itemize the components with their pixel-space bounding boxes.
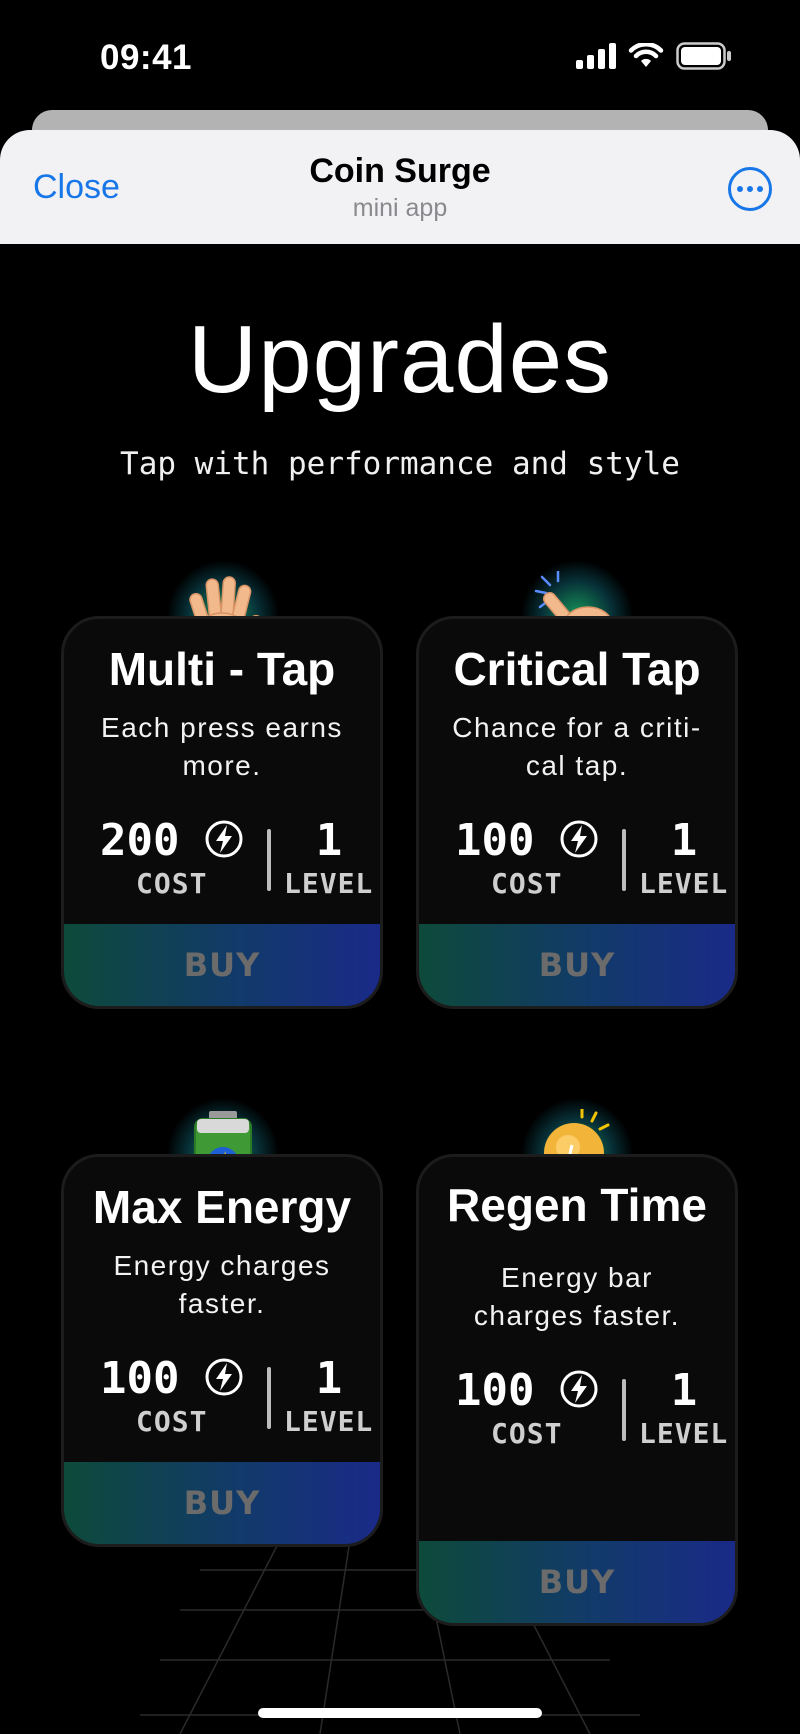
stat-divider bbox=[622, 1379, 626, 1441]
home-indicator bbox=[258, 1708, 542, 1718]
energy-coin-icon bbox=[560, 820, 598, 858]
card-title: Regen Time bbox=[447, 1179, 707, 1231]
level-value: 1 bbox=[315, 815, 343, 866]
page-title: Upgrades bbox=[187, 306, 613, 413]
level-label: LEVEL bbox=[284, 867, 374, 900]
buy-button[interactable]: BUY bbox=[419, 924, 735, 1006]
status-time: 09:41 bbox=[100, 38, 193, 77]
level-label: LEVEL bbox=[284, 1405, 374, 1438]
level-label: LEVEL bbox=[639, 867, 729, 900]
upgrade-card-critical-tap: Critical Tap Chance for a criti-cal tap.… bbox=[416, 616, 738, 1009]
upgrade-card-max-energy: Max Energy Energy charges faster. 100 CO… bbox=[61, 1154, 383, 1547]
more-options-button[interactable] bbox=[728, 167, 772, 211]
stat-divider bbox=[267, 1367, 271, 1429]
cost-label: COST bbox=[491, 1417, 563, 1450]
app-title: Coin Surge bbox=[309, 152, 491, 190]
card-stats: 100 COST 1 LEVEL bbox=[419, 815, 735, 915]
level-value: 1 bbox=[670, 815, 698, 866]
status-bar: 09:41 bbox=[0, 0, 800, 110]
energy-coin-icon bbox=[205, 1358, 243, 1396]
energy-coin-icon bbox=[560, 1370, 598, 1408]
cost-label: COST bbox=[136, 867, 208, 900]
card-description: Each press earns more. bbox=[101, 712, 343, 781]
cost-value: 100 bbox=[100, 1353, 180, 1404]
card-description: Energy charges faster. bbox=[113, 1250, 331, 1319]
buy-button[interactable]: BUY bbox=[64, 1462, 380, 1544]
wifi-icon bbox=[628, 43, 664, 67]
card-title: Multi - Tap bbox=[108, 643, 336, 695]
card-title: Max Energy bbox=[92, 1181, 352, 1233]
buy-button[interactable]: BUY bbox=[419, 1541, 735, 1623]
page-subtitle: Tap with performance and style bbox=[120, 446, 680, 482]
card-title: Critical Tap bbox=[453, 643, 701, 695]
cost-label: COST bbox=[491, 867, 563, 900]
cost-value: 100 bbox=[455, 815, 535, 866]
card-description: Chance for a criti-cal tap. bbox=[452, 712, 702, 781]
card-description: Energy bar charges faster. bbox=[473, 1262, 681, 1331]
stat-divider bbox=[622, 829, 626, 891]
app-subtitle: mini app bbox=[352, 194, 448, 222]
cost-value: 200 bbox=[100, 815, 180, 866]
cost-value: 100 bbox=[455, 1365, 535, 1416]
signal-icon bbox=[576, 43, 616, 69]
level-value: 1 bbox=[670, 1365, 698, 1416]
level-value: 1 bbox=[315, 1353, 343, 1404]
card-stats: 100 COST 1 LEVEL bbox=[419, 1365, 735, 1465]
buy-button[interactable]: BUY bbox=[64, 924, 380, 1006]
card-stats: 200 COST 1 LEVEL bbox=[64, 815, 380, 915]
upgrade-card-regen-time: Regen Time Energy bar charges faster. 10… bbox=[416, 1154, 738, 1626]
status-icons bbox=[576, 42, 732, 70]
mini-app-header: Close Coin Surge mini app bbox=[0, 130, 800, 244]
energy-coin-icon bbox=[205, 820, 243, 858]
card-stats: 100 COST 1 LEVEL bbox=[64, 1353, 380, 1453]
cost-label: COST bbox=[136, 1405, 208, 1438]
level-label: LEVEL bbox=[639, 1417, 729, 1450]
stat-divider bbox=[267, 829, 271, 891]
upgrade-card-multi-tap: Multi - Tap Each press earns more. 200 C… bbox=[61, 616, 383, 1009]
battery-status-icon bbox=[676, 42, 731, 70]
